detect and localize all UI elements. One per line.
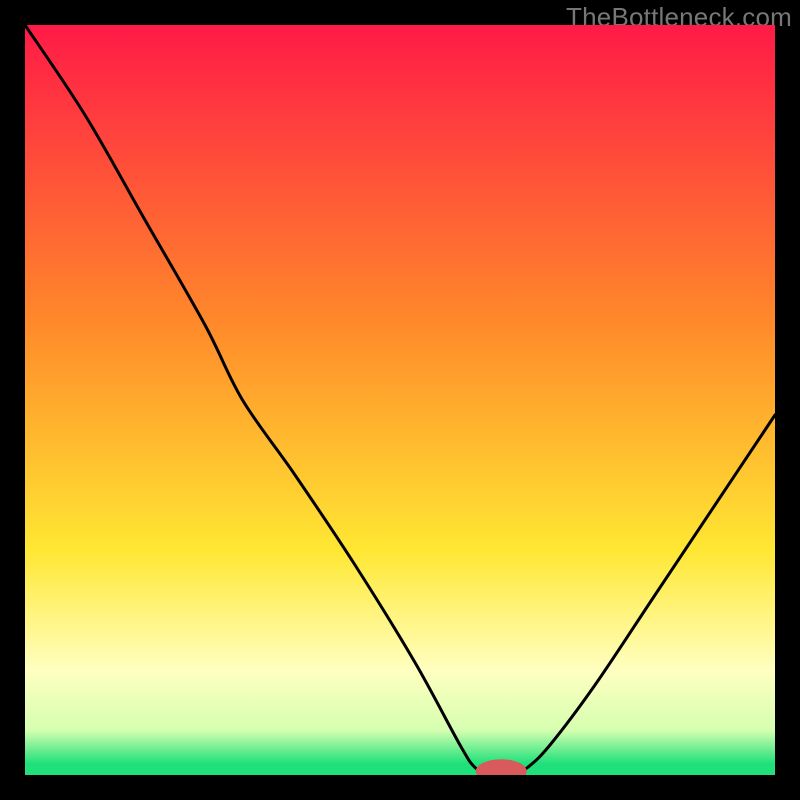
chart-plot-area xyxy=(25,25,775,775)
chart-svg xyxy=(25,25,775,775)
chart-frame: TheBottleneck.com xyxy=(0,0,800,800)
gradient-background xyxy=(25,25,775,775)
